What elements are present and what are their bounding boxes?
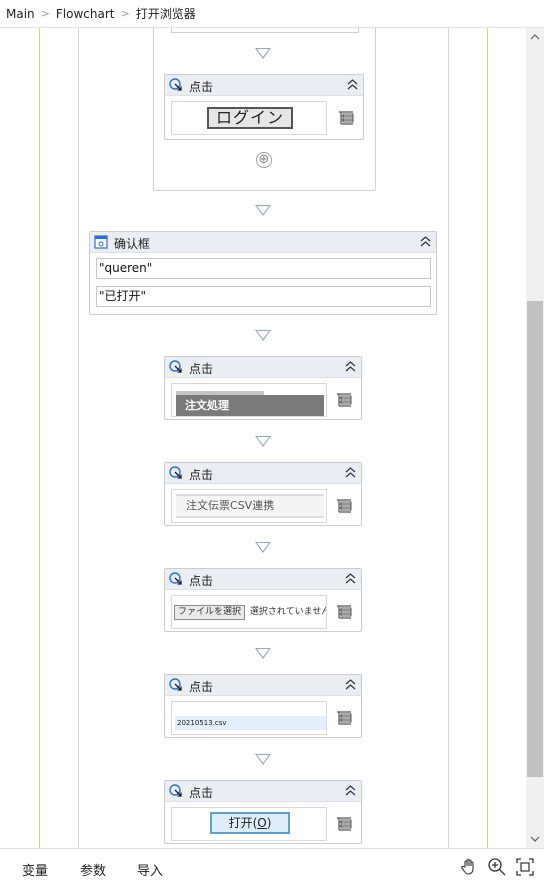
confirm-message-input[interactable]: "已打开" [96, 286, 431, 307]
click-activity-login[interactable]: 点击 ログイン [164, 74, 364, 140]
click-icon [169, 466, 182, 479]
activity-header: 点击 [165, 75, 363, 96]
activity-title: 点击 [189, 680, 214, 694]
open-button-image: 打开(O) [210, 812, 290, 834]
click-icon [169, 78, 182, 91]
open-button-suffix: ) [266, 816, 272, 830]
target-menu-icon[interactable] [335, 815, 353, 833]
collapse-icon[interactable] [345, 679, 356, 690]
fit-to-screen-icon[interactable] [515, 857, 535, 877]
collapse-icon[interactable] [347, 79, 358, 90]
activity-header: 点击 [165, 675, 361, 696]
swimlane-line-inner-right [448, 28, 449, 848]
dialog-icon [94, 235, 108, 249]
confirm-box-activity[interactable]: 确认框 "queren" "已打开" [89, 231, 437, 315]
target-menu-icon[interactable] [335, 391, 353, 409]
activity-title: 点击 [189, 362, 214, 376]
flow-arrow-icon [255, 205, 271, 216]
target-screenshot: 注文伝票CSV連携 [171, 489, 327, 523]
login-button-image: ログイン [207, 107, 293, 129]
zoom-in-icon[interactable] [487, 857, 507, 877]
activity-title: 点击 [189, 80, 214, 94]
add-activity-button[interactable]: ⊕ [256, 152, 272, 168]
file-chooser-image: ファイルを選択 選択されていません [174, 604, 327, 620]
confirm-title-input[interactable]: "queren" [96, 258, 431, 279]
flow-arrow-icon [255, 648, 271, 659]
target-screenshot: 20210513.csv [171, 701, 327, 735]
swimlane-line-inner-left [78, 28, 79, 848]
click-activity-file-select[interactable]: 点击 ファイルを選択 選択されていません [164, 568, 362, 632]
csv-link-image: 注文伝票CSV連携 [176, 494, 324, 518]
chevron-right-icon: > [40, 7, 50, 20]
chevron-right-icon: > [120, 7, 130, 20]
target-menu-icon[interactable] [337, 109, 355, 127]
bottom-toolbar: 变量 参数 导入 [0, 848, 544, 883]
target-menu-icon[interactable] [335, 603, 353, 621]
tab-imports[interactable]: 导入 [137, 860, 163, 879]
file-name-image: 20210513.csv [175, 716, 326, 730]
collapse-icon[interactable] [345, 573, 356, 584]
swimlane-line-right [487, 28, 488, 848]
activity-header: 点击 [165, 781, 361, 802]
target-screenshot: 注文処理 [171, 383, 327, 417]
click-activity-file-name[interactable]: 点击 20210513.csv [164, 674, 362, 738]
collapse-icon[interactable] [345, 467, 356, 478]
target-menu-icon[interactable] [335, 497, 353, 515]
click-icon [169, 784, 182, 797]
file-status-text: 選択されていません [249, 607, 327, 617]
swimlane-line-left [39, 28, 40, 848]
click-icon [169, 678, 182, 691]
breadcrumb: Main > Flowchart > 打开浏览器 [0, 0, 544, 28]
breadcrumb-main[interactable]: Main [6, 7, 35, 21]
open-button-mnemonic: O [257, 816, 267, 830]
target-screenshot: 打开(O) [171, 807, 327, 841]
activity-header: 点击 [165, 357, 361, 378]
collapse-icon[interactable] [345, 361, 356, 372]
previous-activity-stub [171, 28, 359, 33]
scroll-up-arrow-icon[interactable] [529, 32, 541, 42]
activity-header: 点击 [165, 569, 361, 590]
open-button-label: 打开( [228, 816, 258, 830]
flow-arrow-icon [255, 542, 271, 553]
vertical-scrollbar[interactable] [526, 28, 544, 848]
click-activity-order-processing[interactable]: 点击 注文処理 [164, 356, 362, 420]
collapse-icon[interactable] [345, 785, 356, 796]
target-screenshot: ファイルを選択 選択されていません [171, 595, 327, 629]
activity-header: 确认框 [90, 232, 436, 253]
click-icon [169, 360, 182, 373]
scrollbar-thumb[interactable] [527, 301, 543, 777]
activity-title: 点击 [189, 468, 214, 482]
flow-arrow-icon [255, 436, 271, 447]
activity-title: 点击 [189, 786, 214, 800]
click-icon [169, 572, 182, 585]
breadcrumb-flowchart[interactable]: Flowchart [56, 7, 115, 21]
scroll-down-arrow-icon[interactable] [529, 834, 541, 844]
tab-arguments[interactable]: 参数 [80, 860, 106, 879]
activity-header: 点击 [165, 463, 361, 484]
click-activity-open[interactable]: 点击 打开(O) [164, 780, 362, 844]
flow-arrow-icon [255, 48, 271, 59]
collapse-icon[interactable] [420, 236, 431, 247]
target-menu-icon[interactable] [335, 709, 353, 727]
flow-arrow-icon [255, 330, 271, 341]
activity-title: 确认框 [114, 237, 151, 251]
designer-canvas[interactable]: 点击 ログイン ⊕ 确认框 "queren" "已打开" 点击 注文処理 点击 … [0, 28, 526, 848]
file-select-button-image: ファイルを選択 [174, 605, 246, 620]
flow-arrow-icon [255, 754, 271, 765]
order-processing-image: 注文処理 [176, 395, 324, 416]
target-screenshot: ログイン [171, 101, 327, 135]
activity-title: 点击 [189, 574, 214, 588]
tab-variables[interactable]: 变量 [22, 860, 48, 879]
hand-pan-icon[interactable] [459, 857, 479, 877]
breadcrumb-current[interactable]: 打开浏览器 [136, 5, 196, 22]
click-activity-csv-link[interactable]: 点击 注文伝票CSV連携 [164, 462, 362, 526]
